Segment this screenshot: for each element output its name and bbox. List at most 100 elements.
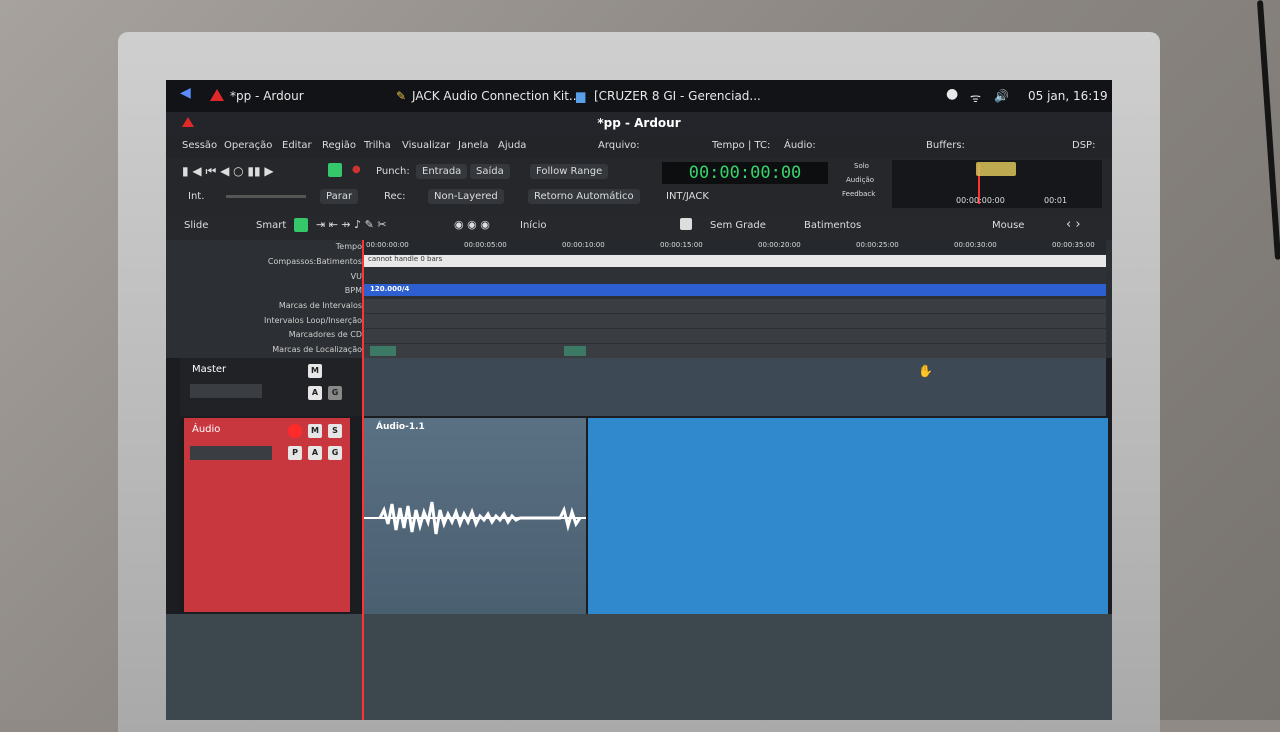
ruler-label-cd: Marcadores de CD — [288, 330, 362, 339]
vu-ruler[interactable] — [364, 269, 1106, 283]
play-button-active[interactable] — [328, 163, 342, 177]
zoom-icons[interactable]: ◉ ◉ ◉ — [454, 218, 490, 231]
task-file-manager[interactable]: [CRUZER 8 GI - Gerenciad... — [594, 89, 761, 103]
ruler-label-bpm: BPM — [344, 286, 362, 295]
waveform — [364, 501, 586, 535]
parar-button[interactable]: Parar — [320, 189, 359, 204]
audicao-label: Audição — [846, 176, 875, 184]
wifi-icon[interactable]: ᯤ — [970, 89, 981, 106]
nav-arrows-icon[interactable]: ‹ › — [1066, 217, 1081, 232]
status-arquivo: Arquivo: — [598, 140, 640, 151]
mini-time-end: 00:01 — [1044, 196, 1068, 205]
empty-track-area[interactable] — [166, 614, 1112, 720]
ruler-area: Tempo Compassos:Batimentos VU BPM Marcas… — [166, 240, 1112, 358]
system-clock[interactable]: 05 jan, 16:19 — [1028, 89, 1108, 103]
batimentos-select[interactable]: Batimentos — [804, 220, 861, 231]
grab-tool-button[interactable] — [294, 218, 308, 232]
ardour-logo-icon — [182, 117, 194, 127]
retorno-button[interactable]: Retorno Automático — [528, 189, 640, 204]
menu-janela[interactable]: Janela — [458, 140, 488, 151]
status-tempo: Tempo | TC: — [712, 140, 771, 151]
audio-track-header[interactable]: Áudio M S P A G — [184, 418, 350, 612]
master-track-name: Master — [192, 364, 227, 375]
audio-playlist-button[interactable]: P — [288, 446, 302, 460]
folder-icon: ▆ — [576, 89, 586, 103]
smart-button[interactable]: Smart — [256, 220, 286, 231]
window-titlebar: *pp - Ardour — [166, 112, 1112, 134]
range-markers-ruler[interactable] — [364, 299, 1106, 313]
menu-operacao[interactable]: Operação — [224, 140, 272, 151]
record-enable-button[interactable] — [288, 424, 302, 438]
window-title: *pp - Ardour — [597, 116, 681, 130]
transport-buttons[interactable]: ▮ ◀ ⏮ ◀ ○ ▮▮ ▶ — [182, 164, 274, 179]
menu-regiao[interactable]: Região — [322, 140, 356, 151]
saida-button[interactable]: Saída — [470, 164, 510, 179]
menu-icon[interactable]: ◀ — [180, 85, 191, 101]
slide-select[interactable]: Slide — [184, 220, 208, 231]
menu-editar[interactable]: Editar — [282, 140, 312, 151]
mini-timeline[interactable]: 00:00:00:00 00:01 — [892, 160, 1102, 208]
cd-markers-ruler[interactable] — [364, 329, 1106, 343]
menu-ajuda[interactable]: Ajuda — [498, 140, 526, 151]
audio-mute-button[interactable]: M — [308, 424, 322, 438]
audio-region[interactable]: Áudio-1.1 — [364, 418, 586, 614]
ruler-label-marcas-intervalos: Marcas de Intervalos — [278, 301, 362, 310]
ruler-label-vu: VU — [350, 272, 362, 281]
task-jack[interactable]: JACK Audio Connection Kit... — [412, 89, 580, 103]
primary-clock[interactable]: 00:00:00:00 — [662, 162, 828, 184]
record-status-icon[interactable]: ● — [946, 86, 958, 102]
audio-solo-button[interactable]: S — [328, 424, 342, 438]
ruler-label-localizacao: Marcas de Localização — [272, 345, 362, 354]
audio-automation-button[interactable]: A — [308, 446, 322, 460]
menu-bar: Sessão Operação Editar Região Trilha Vis… — [166, 134, 1112, 158]
mouse-select[interactable]: Mouse — [992, 220, 1024, 231]
menu-sessao[interactable]: Sessão — [182, 140, 217, 151]
master-mute-button[interactable]: M — [308, 364, 322, 378]
master-automation-button[interactable]: A — [308, 386, 322, 400]
tick-1: 00:00:05:00 — [464, 241, 507, 249]
master-track-canvas[interactable]: ✋ — [364, 358, 1106, 416]
audio-track-canvas[interactable] — [588, 418, 1108, 614]
inicio-select[interactable]: Início — [520, 220, 546, 231]
master-name-field[interactable] — [190, 384, 262, 398]
ruler-label-loop: Intervalos Loop/Inserção — [264, 316, 362, 325]
menu-trilha[interactable]: Trilha — [364, 140, 391, 151]
ardour-icon — [210, 89, 224, 101]
bpm-ruler[interactable]: 120.000/4 — [364, 284, 1106, 296]
task-ardour[interactable]: *pp - Ardour — [230, 89, 304, 103]
punch-label: Punch: — [376, 166, 410, 177]
master-track-header[interactable]: Master M A G — [180, 358, 362, 416]
tick-3: 00:00:15:00 — [660, 241, 703, 249]
non-layered-select[interactable]: Non-Layered — [428, 189, 504, 204]
monitor-screen: ◀ *pp - Ardour ✎ JACK Audio Connection K… — [166, 80, 1112, 720]
audio-group-button[interactable]: G — [328, 446, 342, 460]
pencil-icon: ✎ — [396, 89, 407, 103]
tick-7: 00:00:35:00 — [1052, 241, 1095, 249]
menu-visualizar[interactable]: Visualizar — [402, 140, 450, 151]
ruler-label-compassos: Compassos:Batimentos — [267, 257, 362, 266]
grid-select[interactable]: Sem Grade — [710, 220, 766, 231]
volume-icon[interactable]: 🔊 — [994, 89, 1009, 103]
bbt-ruler[interactable]: cannot handle 0 bars — [364, 255, 1106, 267]
shuttle-slider[interactable] — [226, 195, 306, 198]
record-button[interactable]: ● — [352, 164, 361, 175]
entrada-button[interactable]: Entrada — [416, 164, 468, 179]
timecode-ruler[interactable]: 00:00:00:00 00:00:05:00 00:00:10:00 00:0… — [364, 240, 1106, 254]
ruler-label-tempo: Tempo — [335, 242, 362, 251]
loop-punch-ruler[interactable] — [364, 314, 1106, 328]
follow-range-button[interactable]: Follow Range — [530, 164, 609, 179]
solo-label: Solo — [854, 162, 869, 170]
location-marker[interactable] — [564, 346, 586, 356]
audio-name-field[interactable] — [190, 446, 272, 460]
edit-tools-icons[interactable]: ⇥ ⇤ ⇸ ♪ ✎ ✂ — [316, 218, 387, 231]
bars-message: cannot handle 0 bars — [368, 255, 443, 263]
location-marker[interactable] — [370, 346, 396, 356]
location-markers-ruler[interactable] — [364, 344, 1106, 358]
bpm-value: 120.000/4 — [370, 285, 410, 293]
feedback-label: Feedback — [842, 190, 876, 198]
int-jack-label[interactable]: INT/JACK — [666, 191, 709, 202]
grid-icon[interactable] — [680, 218, 692, 230]
master-group-button[interactable]: G — [328, 386, 342, 400]
playhead[interactable] — [362, 240, 364, 720]
mouse-cursor-icon: ✋ — [918, 364, 933, 378]
